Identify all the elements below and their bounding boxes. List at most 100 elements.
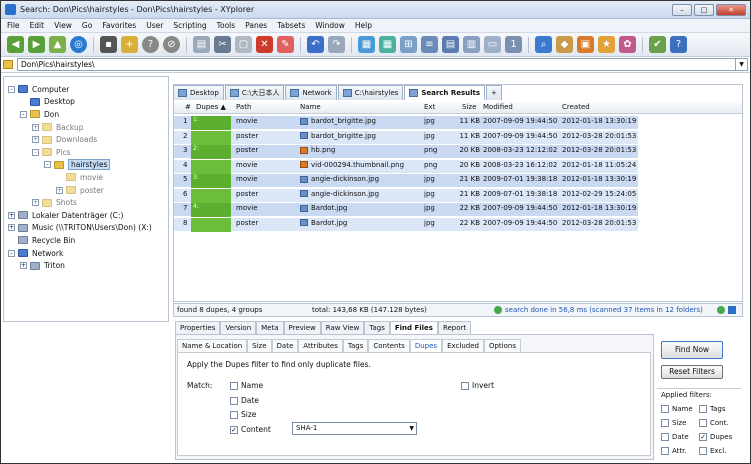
find-subtab[interactable]: Attributes <box>298 339 343 352</box>
menu-item[interactable]: Scripting <box>173 21 206 30</box>
delete-icon[interactable]: ✕ <box>256 36 273 53</box>
table-row[interactable]: 4 movie vid-000294.thumbnail.png png 20 KB 20… <box>174 159 638 174</box>
tab-3[interactable]: C:\hairstyles <box>337 85 404 100</box>
reset-filters-button[interactable]: Reset Filters <box>661 365 723 379</box>
new-tab-button[interactable]: + <box>486 85 502 100</box>
expand-icon[interactable]: + <box>8 224 15 232</box>
info-tab[interactable]: Raw View <box>320 321 365 334</box>
tree-icon[interactable]: ⊞ <box>400 36 417 53</box>
cut-icon[interactable]: ✂ <box>214 36 231 53</box>
collapse-icon[interactable]: - <box>8 249 15 257</box>
find-subtab[interactable]: Dupes <box>409 339 443 352</box>
find-subtab[interactable]: Date <box>271 339 299 352</box>
table-row[interactable]: 2 poster bardot_brigitte.jpg jpg 11 KB 2007-0… <box>174 130 638 145</box>
info-tab[interactable]: Tags <box>364 321 390 334</box>
expand-icon[interactable]: + <box>20 262 27 270</box>
find-icon[interactable]: ? <box>142 36 159 53</box>
collapse-icon[interactable]: - <box>32 148 39 156</box>
tab-2[interactable]: Network <box>285 85 337 100</box>
drive-icon[interactable]: ▪ <box>100 36 117 53</box>
collapse-icon[interactable]: - <box>8 85 15 93</box>
tree-node[interactable]: - hairstyles <box>4 159 168 172</box>
expand-icon[interactable]: + <box>32 199 39 207</box>
match-name-checkbox[interactable]: Name <box>230 381 263 390</box>
redo-icon[interactable]: ↷ <box>328 36 345 53</box>
one-icon[interactable]: 1 <box>505 36 522 53</box>
favorites-icon[interactable]: ★ <box>598 36 615 53</box>
expand-icon[interactable]: + <box>32 136 39 144</box>
close-button[interactable]: ✕ <box>716 3 746 16</box>
table-row[interactable]: 6 poster angie-dickinson.jpg jpg 21 KB 2009-0… <box>174 188 638 203</box>
collapse-icon[interactable]: - <box>20 110 27 118</box>
new-folder-icon[interactable]: + <box>121 36 138 53</box>
tree-node[interactable]: - Don <box>4 108 168 121</box>
tree-node[interactable]: + Music (\\TRITON\Users\Don) (X:) <box>4 222 168 235</box>
expand-icon[interactable]: + <box>8 211 15 219</box>
tree-node[interactable]: + Backup <box>4 121 168 134</box>
info-tab[interactable]: Version <box>220 321 257 334</box>
tree-node[interactable]: Desktop <box>4 96 168 109</box>
menu-item[interactable]: File <box>7 21 20 30</box>
find-subtab[interactable]: Excluded <box>442 339 484 352</box>
col-modified[interactable]: Modified <box>483 103 513 111</box>
match-content-checkbox[interactable]: ✓ Content <box>230 425 271 434</box>
table-row[interactable]: 3: 5 movie angie-dickinson.jpg jpg 21 KB 2009-… <box>174 174 638 189</box>
applied-attr-checkbox[interactable]: Attr. <box>661 447 687 455</box>
tree-node[interactable]: movie <box>4 171 168 184</box>
menu-item[interactable]: Edit <box>30 21 45 30</box>
tab-1[interactable]: C:\大日本人 <box>224 85 285 100</box>
menu-item[interactable]: Help <box>355 21 372 30</box>
menu-item[interactable]: Tools <box>217 21 235 30</box>
col-path[interactable]: Path <box>236 103 251 111</box>
info-tab[interactable]: Preview <box>283 321 321 334</box>
dual-pane-icon[interactable]: ▥ <box>463 36 480 53</box>
help-icon[interactable]: ? <box>670 36 687 53</box>
rename-icon[interactable]: ✎ <box>277 36 294 53</box>
stop-icon[interactable]: ⊘ <box>163 36 180 53</box>
applied-dupes-checkbox[interactable]: ✓ Dupes <box>699 433 732 441</box>
col-name[interactable]: Name <box>300 103 321 111</box>
home-icon[interactable]: ◎ <box>70 36 87 53</box>
find-now-button[interactable]: Find Now <box>661 341 723 359</box>
view-icon[interactable]: ▦ <box>358 36 375 53</box>
info-tab[interactable]: Meta <box>256 321 284 334</box>
tab-0[interactable]: Desktop <box>173 85 224 100</box>
forward-icon[interactable]: ▶ <box>28 36 45 53</box>
info-panel-icon[interactable]: ▭ <box>484 36 501 53</box>
tag-icon[interactable]: ◆ <box>556 36 573 53</box>
address-input[interactable] <box>17 58 736 71</box>
tree-node[interactable]: + Shots <box>4 196 168 209</box>
find-subtab[interactable]: Options <box>483 339 521 352</box>
palette-icon[interactable]: ✿ <box>619 36 636 53</box>
menu-item[interactable]: Go <box>82 21 92 30</box>
applied-tags-checkbox[interactable]: Tags <box>699 405 726 413</box>
up-icon[interactable]: ▲ <box>49 36 66 53</box>
col-dupes[interactable]: Dupes ▲ <box>196 103 226 111</box>
hash-select[interactable]: SHA-1 ▼ <box>292 422 417 435</box>
expand-icon[interactable]: + <box>32 123 39 131</box>
applied-name-checkbox[interactable]: Name <box>661 405 693 413</box>
search-icon[interactable]: ⌕ <box>535 36 552 53</box>
table-row[interactable]: 8 poster Bardot.jpg jpg 22 KB 2007-09-09 19:4… <box>174 217 638 232</box>
tree-node[interactable]: - Computer <box>4 83 168 96</box>
minimize-button[interactable]: – <box>672 3 692 16</box>
table-row[interactable]: 2: 3 poster hb.png png 20 KB 2008-03-23 12:12:… <box>174 145 638 160</box>
match-date-checkbox[interactable]: Date <box>230 396 259 405</box>
applied-date-checkbox[interactable]: Date <box>661 433 689 441</box>
find-subtab[interactable]: Name & Location <box>177 339 248 352</box>
maximize-button[interactable]: □ <box>694 3 714 16</box>
find-subtab[interactable]: Contents <box>368 339 410 352</box>
paste-icon[interactable]: ▢ <box>235 36 252 53</box>
dropdown-icon[interactable] <box>728 306 736 314</box>
invert-checkbox[interactable]: Invert <box>461 381 494 390</box>
find-subtab[interactable]: Size <box>247 339 272 352</box>
tree-node[interactable]: - Network <box>4 247 168 260</box>
col-num[interactable]: # <box>185 103 191 111</box>
menu-item[interactable]: Panes <box>245 21 267 30</box>
tree-node[interactable]: + Triton <box>4 259 168 272</box>
copy-icon[interactable]: ▤ <box>193 36 210 53</box>
info-tab[interactable]: Find Files <box>389 321 438 334</box>
applied-size-checkbox[interactable]: Size <box>661 419 686 427</box>
tree-node[interactable]: Recycle Bin <box>4 234 168 247</box>
applied-cont-checkbox[interactable]: Cont. <box>699 419 729 427</box>
